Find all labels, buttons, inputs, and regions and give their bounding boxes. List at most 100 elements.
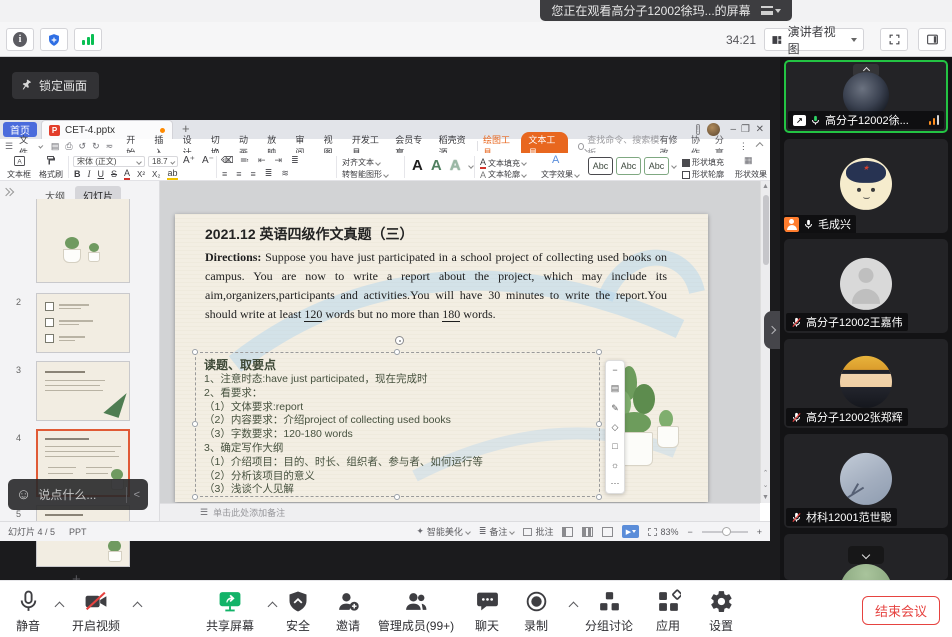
highlight-button[interactable]: ab: [167, 168, 177, 180]
chat-input-placeholder[interactable]: 说点什么...: [38, 486, 118, 503]
participant-tile[interactable]: ★ 毛成兴: [784, 139, 948, 233]
font-style-group[interactable]: B I U S A X² X₂ ab: [74, 168, 178, 180]
participant-tile[interactable]: 高分子12002张郑辉: [784, 339, 948, 428]
underline-button[interactable]: U: [98, 169, 105, 179]
idea-icon[interactable]: ☼: [611, 460, 619, 470]
participant-tile[interactable]: 高分子12002王嘉伟: [784, 239, 948, 333]
format-painter-tool[interactable]: 格式刷: [37, 155, 65, 180]
collapse-icon[interactable]: −: [612, 365, 617, 375]
sidebar-collapse-handle[interactable]: [764, 311, 780, 349]
shape-effect-tool[interactable]: 形状效果: [735, 169, 767, 180]
list-tools-group[interactable]: ≔≕⇤⇥≣: [222, 155, 299, 166]
resize-handle[interactable]: [192, 494, 198, 500]
sorter-view-icon[interactable]: [582, 527, 593, 537]
notes-hint-strip[interactable]: ☰ 单击此处添加备注: [160, 503, 760, 521]
participant-tile[interactable]: 材科12001范世聪: [784, 434, 948, 528]
resize-handle[interactable]: [596, 349, 602, 355]
slide-thumbnail-3[interactable]: [36, 361, 130, 421]
speaker-notes-button[interactable]: ≣备注: [479, 525, 515, 538]
scroll-down-icon[interactable]: ▼: [761, 494, 770, 501]
shape-icon[interactable]: ◇: [612, 422, 619, 433]
text-box-tool[interactable]: A 文本框: [4, 155, 34, 180]
sidebar-toggle-button[interactable]: [918, 28, 946, 51]
print-icon[interactable]: ⎙: [65, 141, 72, 152]
mute-button[interactable]: 静音: [2, 588, 54, 634]
more-icon[interactable]: ⋮: [739, 141, 748, 152]
slide-thumbnail-1[interactable]: [36, 199, 130, 283]
collapse-ribbon-icon[interactable]: [755, 142, 763, 150]
shape-outline-tool[interactable]: 形状轮廓: [682, 169, 724, 180]
security-button[interactable]: 安全: [272, 588, 324, 634]
security-shield-button[interactable]: [40, 28, 68, 51]
superscript-button[interactable]: X²: [137, 170, 145, 179]
next-slide-icon[interactable]: ⌄: [761, 481, 770, 489]
ellipsis-icon[interactable]: ⋯: [611, 478, 620, 489]
breakout-rooms-button[interactable]: 分组讨论: [577, 588, 641, 634]
slideshow-play-button[interactable]: ▶: [622, 525, 639, 538]
share-screen-button[interactable]: 共享屏幕: [196, 588, 264, 634]
participant-tile-partial[interactable]: [784, 534, 948, 580]
strikethrough-button[interactable]: S: [111, 169, 117, 179]
scrollbar-thumb[interactable]: [763, 195, 769, 265]
rect-icon[interactable]: □: [612, 441, 617, 451]
apps-button[interactable]: 应用: [638, 588, 698, 634]
slide-thumbnail-2[interactable]: [36, 293, 130, 353]
resize-handle[interactable]: [192, 349, 198, 355]
resize-handle[interactable]: [394, 494, 400, 500]
zoom-fit-button[interactable]: 83%: [648, 527, 678, 537]
video-options-caret[interactable]: [133, 602, 143, 612]
prev-slide-icon[interactable]: ⌃: [761, 469, 770, 477]
normal-view-icon[interactable]: [562, 527, 573, 537]
more-commands-icon[interactable]: ≂: [106, 141, 114, 152]
undo-icon[interactable]: ↺: [79, 141, 87, 152]
text-effect-tool[interactable]: 文字效果: [541, 169, 579, 180]
comments-button[interactable]: 批注: [523, 525, 553, 538]
resize-handle[interactable]: [596, 421, 602, 427]
pin-view-button[interactable]: 锁定画面: [12, 72, 99, 99]
align-tools-group[interactable]: ≡≡≡≣≋: [222, 168, 289, 179]
reading-view-icon[interactable]: [602, 527, 613, 537]
smart-graphic-tool[interactable]: 转智能图形: [342, 169, 388, 180]
resize-handle[interactable]: [596, 494, 602, 500]
floating-object-toolbar[interactable]: − ▤ ✎ ◇ □ ☼ ⋯: [605, 360, 625, 494]
font-name-select[interactable]: 宋体 (正文): [73, 156, 145, 167]
network-status-button[interactable]: [74, 28, 102, 51]
edit-pencil-icon[interactable]: ✎: [611, 403, 619, 414]
start-video-button[interactable]: 开启视频: [62, 588, 130, 634]
wordart-gallery[interactable]: A A A: [412, 158, 473, 173]
text-fill-tool[interactable]: A文本填充: [480, 157, 526, 169]
view-mode-button[interactable]: 演讲者视图: [764, 28, 864, 51]
participant-tile-sharer[interactable]: ↗ 高分子12002徐...: [784, 60, 948, 133]
bold-button[interactable]: B: [74, 169, 81, 179]
subscript-button[interactable]: X₂: [152, 170, 160, 179]
scroll-down-participants-button[interactable]: [848, 546, 884, 564]
end-meeting-button[interactable]: 结束会议: [862, 596, 940, 625]
banner-menu-icon[interactable]: [761, 6, 781, 15]
settings-button[interactable]: 设置: [691, 588, 751, 634]
meeting-info-button[interactable]: i: [6, 28, 34, 51]
layers-icon[interactable]: ▤: [611, 383, 620, 394]
invite-button[interactable]: 邀请: [322, 588, 374, 634]
emoji-icon[interactable]: ☺: [16, 487, 31, 502]
fullscreen-button[interactable]: [880, 28, 908, 51]
collapse-chat-icon[interactable]: <: [134, 489, 140, 501]
font-size-select[interactable]: 18.7: [148, 156, 178, 167]
zoom-out-icon[interactable]: −: [687, 527, 692, 537]
resize-handle[interactable]: [394, 349, 400, 355]
quick-chat-bar[interactable]: ☺ 说点什么... <: [8, 479, 148, 510]
chat-button[interactable]: 聊天: [459, 588, 515, 634]
beautify-button[interactable]: ✦智能美化: [416, 525, 470, 538]
watching-banner[interactable]: 您正在观看高分子12002徐玛...的屏幕: [540, 0, 792, 21]
scroll-up-icon[interactable]: ▲: [761, 183, 770, 190]
redo-icon[interactable]: ↻: [92, 141, 100, 152]
align-text-tool[interactable]: 对齐文本: [342, 157, 380, 168]
zoom-slider[interactable]: [702, 531, 748, 533]
text-outline-tool[interactable]: A文本轮廓: [480, 169, 526, 180]
text-style-gallery[interactable]: Abc Abc Abc: [588, 157, 676, 175]
shape-fill-tool[interactable]: 形状填充: [682, 157, 724, 168]
rotate-handle[interactable]: [395, 336, 404, 345]
quick-access-toolbar[interactable]: ▤ ⎙ ↺ ↻ ≂: [51, 141, 113, 152]
record-button[interactable]: 录制: [508, 588, 564, 634]
save-icon[interactable]: ▤: [51, 141, 60, 152]
slide[interactable]: 2021.12 英语四级作文真题（三） Directions: Suppose …: [175, 214, 708, 502]
